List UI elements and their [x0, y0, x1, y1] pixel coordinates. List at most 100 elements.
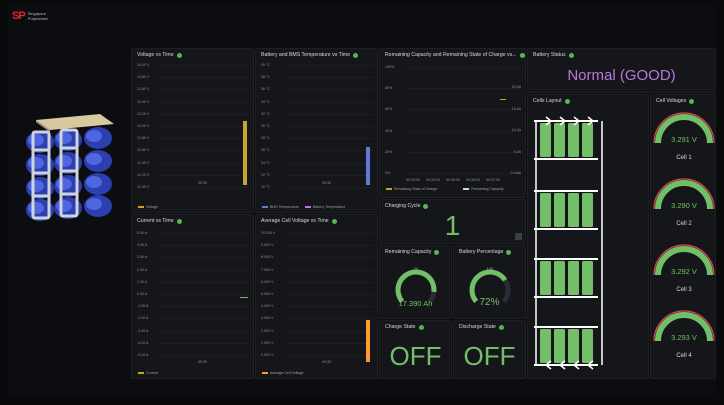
gridline: [160, 245, 249, 247]
gauge-max-label: 20: [414, 266, 419, 271]
panel-discharge-state[interactable]: Discharge State OFF: [453, 320, 526, 379]
y-tick-label: -1.00 A: [137, 304, 149, 309]
gridline: [160, 138, 249, 140]
gridline: [160, 330, 249, 332]
y-tick-label: 80%: [385, 86, 393, 91]
gridline: [284, 174, 373, 176]
cell-name: Cell 4: [676, 353, 692, 359]
panel-title: Remaining Capacity and Remaining State o…: [385, 52, 525, 58]
cell-gauge-arc: [653, 178, 715, 210]
battery-cell: [554, 123, 565, 157]
legend-item-voltage[interactable]: Voltage: [138, 205, 158, 209]
y-tick-label: 12.00 V: [137, 185, 150, 189]
panel-voltage-vs-time[interactable]: Voltage vs Time 14.00 V 13.80 V 13.60 V 13.…: [131, 48, 254, 213]
status-dot-icon: [434, 249, 440, 255]
cell-voltage-value: 3.292 V: [671, 267, 697, 276]
panel-remaining-capacity-chart[interactable]: Remaining Capacity and Remaining State o…: [379, 48, 526, 198]
y-tick-label: 0%: [385, 171, 391, 175]
x-tick-label: 09:35: [198, 360, 207, 364]
gridline: [160, 355, 249, 356]
y-tick-label: 5 Ah: [513, 149, 521, 154]
gridline: [160, 126, 249, 127]
y-tick-label: 60%: [385, 107, 393, 112]
panel-title: Cell Voltages: [656, 98, 695, 104]
gridline: [160, 187, 249, 188]
gridline: [160, 318, 249, 320]
panel-cells-layout[interactable]: Cells Layout: [527, 94, 649, 379]
y-tick-label: -4.00 A: [137, 340, 149, 345]
panel-current-vs-time[interactable]: Current vs Time 5.00 A 4.00 A 3.00 A 2.00 A…: [131, 214, 254, 379]
status-dot-icon: [331, 218, 337, 224]
panel-temperature-vs-time[interactable]: Battery and BMS Temperature vs Time 40 °…: [255, 48, 378, 213]
battery-percentage-value: 72%: [479, 297, 500, 308]
panel-title: Current vs Time: [137, 218, 182, 224]
legend-item-battery-temperature[interactable]: Battery Temperature: [304, 205, 345, 209]
x-tick-label: 09:36:00: [466, 178, 480, 182]
legend[interactable]: Current: [138, 371, 158, 375]
y-tick-label: 22 °C: [261, 172, 271, 177]
status-dot-icon: [423, 203, 429, 209]
legend[interactable]: Remaining State of Charge Remaining Capa…: [386, 187, 504, 191]
gridline: [284, 150, 373, 152]
y-tick-label: -5.00 A: [137, 353, 149, 357]
battery-cell: [540, 261, 551, 295]
status-dot-icon: [176, 52, 182, 58]
y-tick-label: 13.80 V: [137, 75, 150, 80]
y-tick-label: 4.00 A: [137, 243, 148, 248]
cell-gauge: 3.290 V Cell 2: [651, 173, 715, 237]
x-tick-label: 09:35:00: [446, 178, 460, 182]
x-tick-label: 09:37:00: [486, 178, 500, 182]
cell-voltage-value: 3.291 V: [671, 135, 697, 144]
gridline: [160, 306, 249, 308]
y-tick-label: 9.000 V: [261, 243, 274, 248]
y-tick-label: 38 °C: [261, 75, 271, 80]
status-dot-icon: [353, 52, 358, 58]
battery-cell: [568, 261, 579, 295]
panel-battery-percentage[interactable]: Battery Percentage 100 72%: [453, 245, 526, 319]
legend[interactable]: Average Cell Voltage: [262, 371, 304, 375]
gridline: [408, 88, 521, 90]
status-dot-icon: [564, 98, 570, 104]
gridline: [408, 109, 521, 111]
panel-remaining-capacity[interactable]: Remaining Capacity 20 17.390 Ah: [379, 245, 452, 319]
y-tick-label: 24 °C: [261, 160, 271, 165]
panel-charge-state[interactable]: Charge State OFF: [379, 320, 452, 379]
cell-voltage-value: 3.290 V: [671, 201, 697, 210]
legend-item-soc[interactable]: Remaining State of Charge: [386, 187, 437, 191]
legend-item-current[interactable]: Current: [138, 371, 158, 375]
status-dot-icon: [568, 52, 574, 58]
y-tick-label: 100%: [385, 65, 395, 69]
y-tick-label: 34 °C: [261, 99, 271, 104]
battery-cell: [582, 193, 593, 227]
cell-name: Cell 3: [676, 287, 692, 293]
status-dot-icon: [506, 249, 512, 255]
legend[interactable]: Voltage: [138, 205, 158, 209]
resize-handle[interactable]: [515, 233, 522, 240]
cell-gauge-arc: [653, 112, 715, 144]
gridline: [284, 318, 373, 320]
battery-cell: [582, 123, 593, 157]
panel-title: Battery Status: [533, 52, 574, 58]
gridline: [160, 294, 249, 295]
y-tick-label: 0.00 A: [137, 292, 148, 296]
gridline: [160, 342, 249, 344]
panel-cell-voltages[interactable]: Cell Voltages 3.291 V Cell 1 3.290 V Cell 2…: [650, 94, 716, 379]
battery-cell: [582, 329, 593, 363]
cell-gauge: 3.293 V Cell 4: [651, 305, 715, 369]
gridline: [284, 257, 373, 259]
legend-item-average-cell-voltage[interactable]: Average Cell Voltage: [262, 371, 304, 375]
battery-cell: [568, 123, 579, 157]
cell-gauge-arc: [653, 244, 715, 276]
brand-logo[interactable]: SP Singapore Polytechnic: [12, 10, 50, 22]
legend-item-capacity[interactable]: Remaining Capacity: [463, 187, 504, 191]
gauge-max-label: 100: [487, 266, 494, 271]
gridline: [160, 257, 249, 259]
panel-average-cell-voltage-vs-time[interactable]: Average Cell Voltage vs Time 10.000 V 9.0…: [255, 214, 378, 379]
legend[interactable]: BMS Temperature Battery Temperature: [262, 205, 345, 209]
gridline: [160, 77, 249, 79]
legend-item-bms-temperature[interactable]: BMS Temperature: [262, 205, 299, 209]
y-tick-label: 3.000 V: [261, 316, 274, 321]
y-tick-label: 40%: [385, 128, 393, 133]
panel-battery-status[interactable]: Battery Status Normal (GOOD): [527, 48, 716, 93]
panel-charging-cycle[interactable]: Charging Cycle 1: [379, 199, 526, 244]
